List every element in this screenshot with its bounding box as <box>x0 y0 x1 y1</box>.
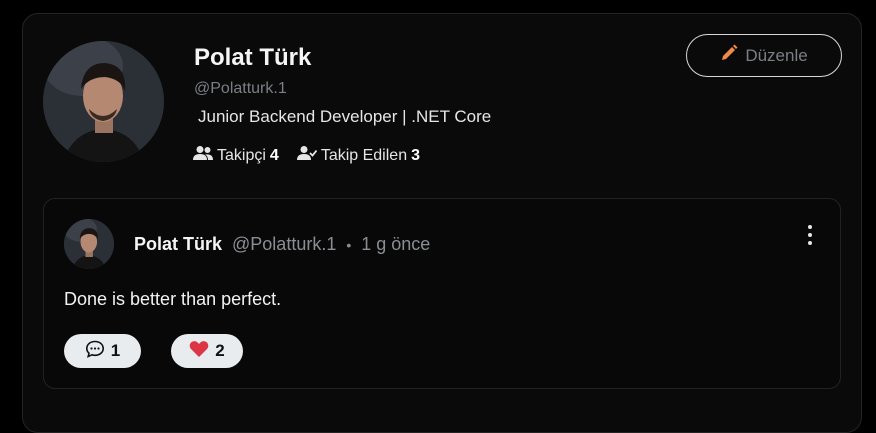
post-timestamp: 1 g önce <box>361 234 431 254</box>
edit-button-label: Düzenle <box>745 45 808 65</box>
like-count: 2 <box>215 341 225 360</box>
profile-name: Polat Türk <box>194 44 312 71</box>
profile-avatar[interactable] <box>43 41 164 162</box>
post-header: Polat Türk @Polatturk.1 • 1 g önce <box>134 234 430 255</box>
edit-profile-button[interactable]: Düzenle <box>686 34 842 77</box>
post-separator: • <box>346 236 352 253</box>
following-count: 3 <box>411 146 420 164</box>
post-author-name[interactable]: Polat Türk <box>134 234 222 255</box>
post-author-avatar[interactable] <box>64 219 114 269</box>
comment-count: 1 <box>110 341 121 360</box>
profile-stats: Takipçi 4 Takip Edilen 3 <box>193 145 420 166</box>
heart-icon <box>189 340 209 363</box>
followers-stat[interactable]: Takipçi 4 <box>193 145 279 166</box>
following-label: Takip Edilen <box>320 146 408 164</box>
post-card: Polat Türk @Polatturk.1 • 1 g önce Done … <box>43 198 841 389</box>
pencil-icon <box>720 44 738 67</box>
post-author-handle: @Polatturk.1 <box>232 234 337 254</box>
post-text: Done is better than perfect. <box>64 289 282 309</box>
like-button[interactable]: 2 <box>171 334 243 368</box>
comment-button[interactable]: 1 <box>64 334 141 368</box>
comment-icon <box>85 339 105 364</box>
profile-handle: @Polatturk.1 <box>194 80 287 97</box>
following-stat[interactable]: Takip Edilen 3 <box>296 145 420 166</box>
users-icon <box>193 145 213 166</box>
profile-bio: Junior Backend Developer | .NET Core <box>198 107 492 126</box>
followers-label: Takipçi <box>217 146 266 164</box>
followers-count: 4 <box>269 146 279 164</box>
profile-card: Polat Türk @Polatturk.1 Junior Backend D… <box>22 13 862 433</box>
user-check-icon <box>296 145 318 166</box>
more-vertical-icon[interactable] <box>801 225 819 245</box>
